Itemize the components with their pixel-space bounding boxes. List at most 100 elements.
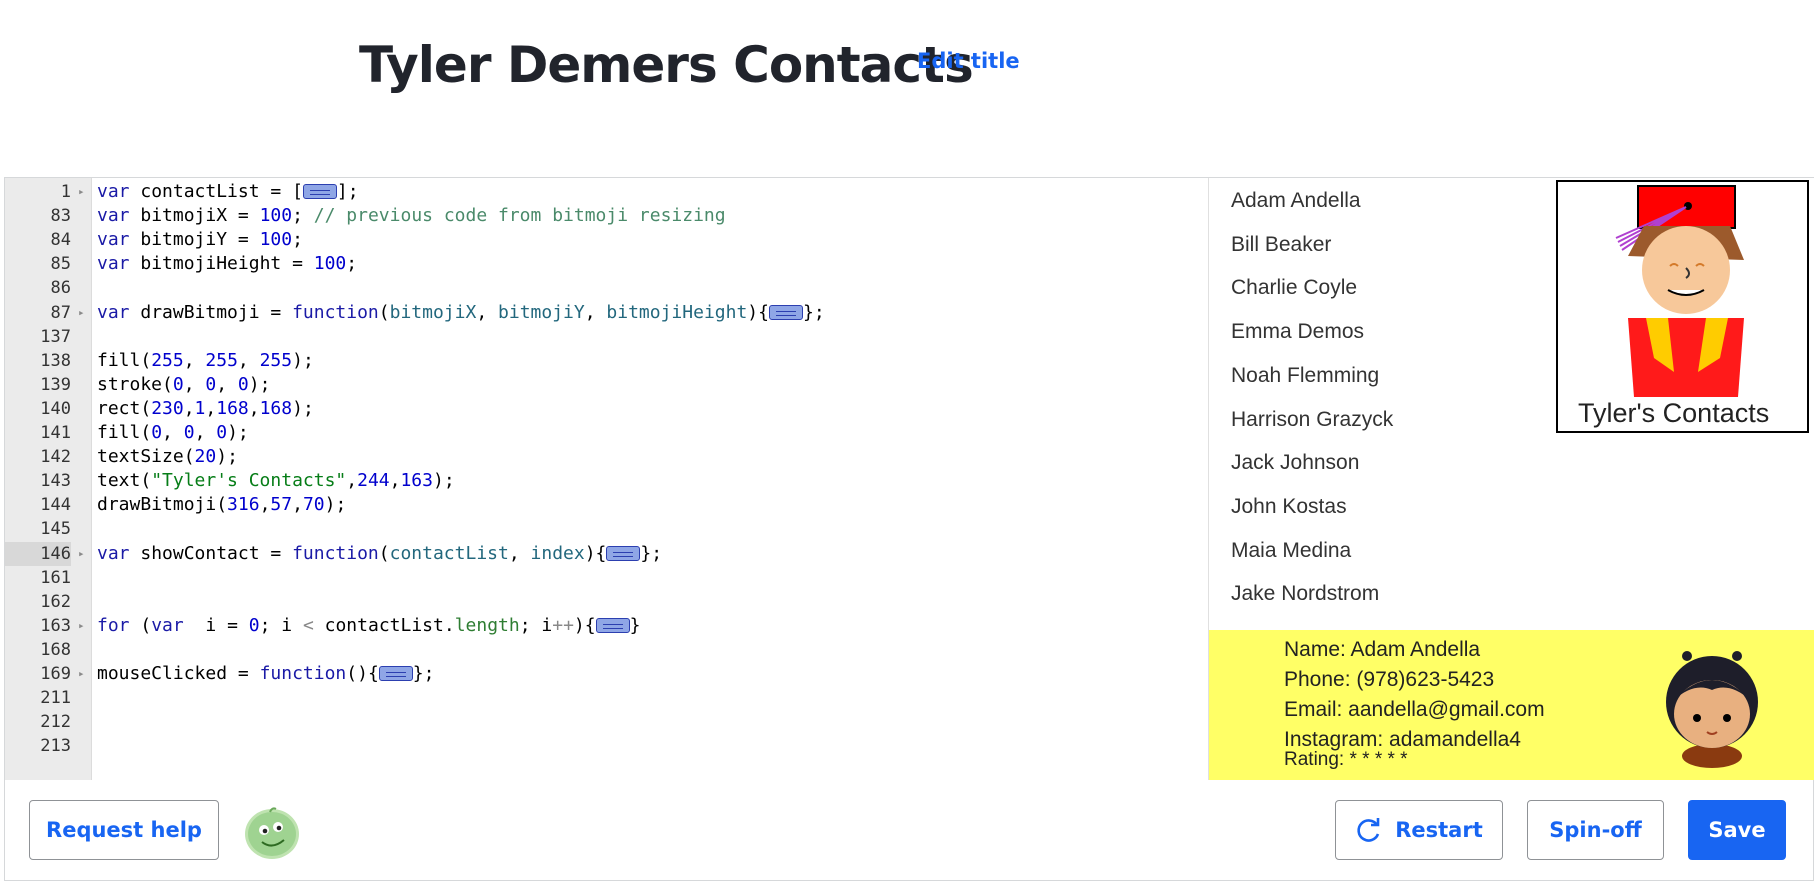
code-line[interactable]: 213 bbox=[5, 734, 1208, 758]
contact-list-item[interactable]: Bill Beaker bbox=[1231, 230, 1331, 260]
line-number: 139 bbox=[40, 374, 71, 395]
code-text: var bitmojiX = 100; // previous code fro… bbox=[97, 205, 726, 227]
contact-list-item[interactable]: Adam Andella bbox=[1231, 186, 1361, 216]
line-number: 146 bbox=[5, 541, 71, 566]
code-text: var bitmojiHeight = 100; bbox=[97, 253, 358, 275]
collapsed-code-icon[interactable] bbox=[595, 617, 630, 633]
contact-list-item[interactable]: Harrison Grazyck bbox=[1231, 405, 1393, 435]
code-line[interactable]: 211 bbox=[5, 686, 1208, 710]
code-line[interactable]: 85 var bitmojiHeight = 100; bbox=[5, 252, 1208, 276]
line-number: 85 bbox=[50, 254, 71, 275]
line-number: 1 bbox=[60, 182, 71, 202]
restart-label: Restart bbox=[1395, 818, 1483, 842]
fold-toggle-icon[interactable]: ▸ bbox=[78, 542, 85, 566]
line-number: 212 bbox=[40, 712, 71, 733]
contact-list-item[interactable]: Jake Nordstrom bbox=[1231, 579, 1379, 609]
fold-toggle-icon[interactable]: ▸ bbox=[78, 662, 85, 686]
contact-avatar-icon bbox=[1666, 651, 1758, 768]
spin-off-button[interactable]: Spin-off bbox=[1527, 800, 1664, 860]
logo-text: Tyler's Contacts bbox=[1578, 398, 1770, 428]
program-output-canvas[interactable]: Adam Andella Bill Beaker Charlie Coyle Emma… bbox=[1208, 178, 1814, 780]
code-text: var showContact = function(contactList, … bbox=[97, 542, 663, 564]
avatar-icon[interactable] bbox=[244, 806, 300, 860]
line-number: 163 bbox=[40, 615, 71, 636]
contact-name: Name: Adam Andella bbox=[1284, 638, 1481, 661]
line-number: 142 bbox=[40, 447, 71, 468]
restart-icon bbox=[1357, 818, 1380, 842]
contact-list-item[interactable]: Maia Medina bbox=[1231, 536, 1351, 566]
save-button[interactable]: Save bbox=[1688, 800, 1786, 860]
edit-title-link[interactable]: Edit title bbox=[917, 49, 1020, 73]
restart-button[interactable]: Restart bbox=[1335, 800, 1503, 860]
code-line[interactable]: 162 bbox=[5, 590, 1208, 614]
code-line[interactable]: 168 bbox=[5, 638, 1208, 662]
collapsed-code-icon[interactable] bbox=[302, 184, 337, 199]
code-line[interactable]: 139 stroke(0, 0, 0); bbox=[5, 373, 1208, 397]
line-number: 168 bbox=[40, 639, 71, 660]
line-number: 140 bbox=[40, 398, 71, 419]
line-number: 161 bbox=[40, 567, 71, 588]
contact-list-item[interactable]: Emma Demos bbox=[1231, 317, 1364, 347]
code-line[interactable]: 141 fill(0, 0, 0); bbox=[5, 421, 1208, 445]
code-text: for (var i = 0; i < contactList.length; … bbox=[97, 614, 641, 636]
collapsed-code-icon[interactable] bbox=[606, 545, 641, 561]
code-line[interactable]: 143 text("Tyler's Contacts",244,163); bbox=[5, 469, 1208, 493]
request-help-button[interactable]: Request help bbox=[29, 800, 219, 860]
contact-phone: Phone: (978)623-5423 bbox=[1284, 668, 1495, 691]
code-text: rect(230,1,168,168); bbox=[97, 397, 314, 419]
code-line[interactable]: 212 bbox=[5, 710, 1208, 734]
code-text: text("Tyler's Contacts",244,163); bbox=[97, 470, 455, 492]
code-text: fill(255, 255, 255); bbox=[97, 349, 314, 371]
contact-list-item[interactable]: Charlie Coyle bbox=[1231, 273, 1357, 303]
collapsed-code-icon[interactable] bbox=[768, 304, 803, 320]
fold-toggle-icon[interactable]: ▸ bbox=[78, 614, 85, 638]
line-number: 86 bbox=[50, 278, 71, 299]
code-line[interactable]: 140 rect(230,1,168,168); bbox=[5, 397, 1208, 421]
code-line[interactable]: 83 var bitmojiX = 100; // previous code f… bbox=[5, 204, 1208, 228]
code-text: stroke(0, 0, 0); bbox=[97, 373, 271, 395]
line-number: 83 bbox=[50, 206, 71, 227]
code-text: textSize(20); bbox=[97, 446, 238, 468]
code-text: mouseClicked = function(){}; bbox=[97, 663, 435, 684]
code-line[interactable]: 1 ▸ var contactList = []; bbox=[5, 180, 1208, 204]
line-number: 143 bbox=[40, 471, 71, 492]
line-number: 137 bbox=[40, 326, 71, 347]
code-line[interactable]: 169 ▸ mouseClicked = function(){}; bbox=[5, 662, 1208, 686]
code-line[interactable]: 137 bbox=[5, 325, 1208, 349]
code-text: drawBitmoji(316,57,70); bbox=[97, 494, 347, 516]
line-number: 84 bbox=[50, 230, 71, 251]
code-line[interactable]: 145 bbox=[5, 517, 1208, 541]
code-text: var contactList = []; bbox=[97, 181, 359, 202]
contact-list-item[interactable]: John Kostas bbox=[1231, 492, 1347, 522]
code-text: var bitmojiY = 100; bbox=[97, 229, 303, 251]
code-text: var drawBitmoji = function(bitmojiX, bit… bbox=[97, 301, 825, 323]
page-title: Tyler Demers Contacts bbox=[359, 36, 974, 94]
code-line[interactable]: 87 ▸ var drawBitmoji = function(bitmojiX, … bbox=[5, 301, 1208, 325]
code-line[interactable]: 86 bbox=[5, 276, 1208, 300]
contact-list-item[interactable]: Noah Flemming bbox=[1231, 361, 1379, 391]
code-editor[interactable]: 1 ▸ var contactList = []; 83 var bitmojiX = … bbox=[5, 178, 1208, 780]
code-line[interactable]: 161 bbox=[5, 566, 1208, 590]
line-number: 144 bbox=[40, 495, 71, 516]
code-line[interactable]: 84 var bitmojiY = 100; bbox=[5, 228, 1208, 252]
contact-list-item[interactable]: Jack Johnson bbox=[1231, 448, 1359, 478]
contact-detail-panel: Name: Adam Andella Phone: (978)623-5423 … bbox=[1209, 630, 1814, 780]
code-line[interactable]: 146 ▸ var showContact = function(contactLi… bbox=[5, 541, 1208, 566]
code-line[interactable]: 144 drawBitmoji(316,57,70); bbox=[5, 493, 1208, 517]
line-number: 141 bbox=[40, 423, 71, 443]
fold-toggle-icon[interactable]: ▸ bbox=[78, 180, 85, 204]
code-line[interactable]: 142 textSize(20); bbox=[5, 445, 1208, 469]
collapsed-code-icon[interactable] bbox=[378, 666, 413, 681]
line-number: 162 bbox=[40, 591, 71, 612]
fold-toggle-icon[interactable]: ▸ bbox=[78, 301, 85, 325]
line-number: 145 bbox=[40, 519, 71, 540]
code-line[interactable]: 138 fill(255, 255, 255); bbox=[5, 349, 1208, 373]
line-number: 138 bbox=[40, 350, 71, 371]
code-line[interactable]: 163 ▸ for (var i = 0; i < contactList.leng… bbox=[5, 614, 1208, 638]
line-number: 211 bbox=[40, 688, 71, 709]
code-text: fill(0, 0, 0); bbox=[97, 422, 249, 443]
line-number: 169 bbox=[40, 664, 71, 684]
contact-email: Email: aandella@gmail.com bbox=[1284, 698, 1545, 721]
line-number: 87 bbox=[50, 302, 71, 323]
line-number: 213 bbox=[40, 736, 71, 757]
